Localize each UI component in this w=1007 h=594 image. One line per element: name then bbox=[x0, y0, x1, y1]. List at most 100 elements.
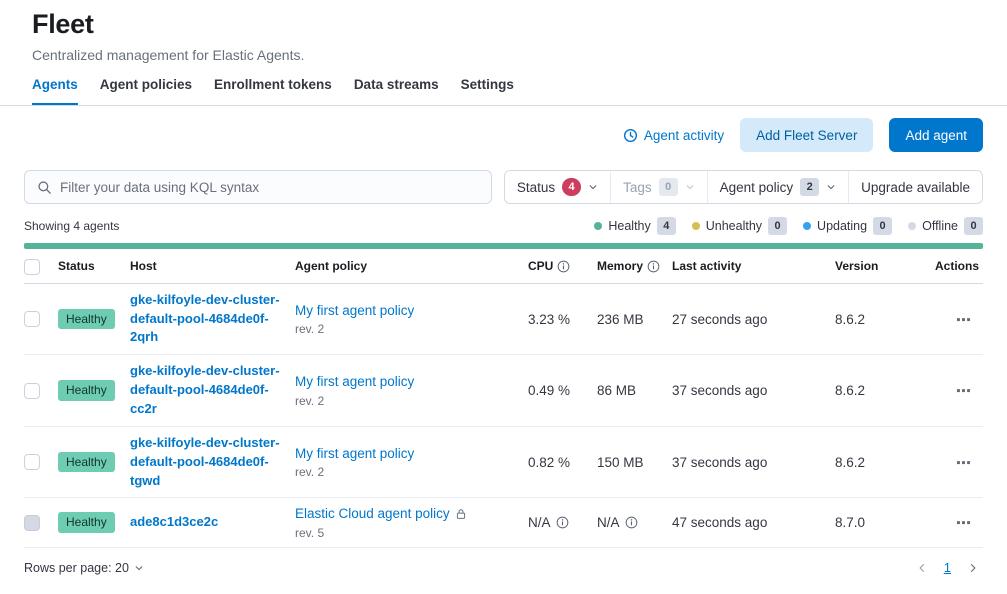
agent-activity-button[interactable]: Agent activity bbox=[623, 128, 724, 143]
row-actions-button[interactable] bbox=[954, 513, 973, 532]
legend-updating: Updating 0 bbox=[803, 217, 892, 235]
table-footer: Rows per page: 20 1 bbox=[24, 558, 983, 578]
filter-tags[interactable]: Tags 0 bbox=[610, 171, 707, 203]
policy-revision: rev. 2 bbox=[295, 465, 516, 479]
info-icon[interactable] bbox=[625, 516, 638, 529]
policy-revision: rev. 2 bbox=[295, 394, 516, 408]
toolbar: Agent activity Add Fleet Server Add agen… bbox=[24, 118, 983, 152]
legend-healthy-count: 4 bbox=[657, 217, 676, 235]
agent-activity-label: Agent activity bbox=[644, 128, 724, 143]
info-icon[interactable] bbox=[556, 516, 569, 529]
col-agent-policy: Agent policy bbox=[295, 259, 528, 273]
agent-policy-link[interactable]: My first agent policy bbox=[295, 446, 414, 461]
filter-status[interactable]: Status 4 bbox=[505, 171, 610, 203]
row-actions-button[interactable] bbox=[954, 453, 973, 472]
info-icon[interactable] bbox=[557, 260, 570, 273]
legend-offline-label: Offline bbox=[922, 219, 958, 233]
agent-policy-link[interactable]: My first agent policy bbox=[295, 303, 414, 318]
summary-row: Showing 4 agents Healthy 4 Unhealthy 0 U… bbox=[24, 217, 983, 235]
status-badge: Healthy bbox=[58, 452, 115, 473]
memory-value: 236 MB bbox=[597, 312, 672, 327]
agent-policy-link[interactable]: My first agent policy bbox=[295, 374, 414, 389]
cpu-value: 3.23 % bbox=[528, 312, 597, 327]
version-value: 8.6.2 bbox=[835, 455, 935, 470]
row-checkbox[interactable] bbox=[24, 454, 40, 470]
col-actions: Actions bbox=[935, 259, 991, 273]
last-activity-value: 37 seconds ago bbox=[672, 383, 835, 398]
version-value: 8.6.2 bbox=[835, 383, 935, 398]
last-activity-value: 37 seconds ago bbox=[672, 455, 835, 470]
agent-policy-link[interactable]: Elastic Cloud agent policy bbox=[295, 505, 450, 523]
unhealthy-dot-icon bbox=[692, 222, 700, 230]
filter-tags-label: Tags bbox=[623, 180, 652, 195]
tab-agents[interactable]: Agents bbox=[32, 77, 78, 106]
search-input[interactable] bbox=[60, 180, 479, 195]
memory-value: 150 MB bbox=[597, 455, 672, 470]
rows-per-page-label: Rows per page: 20 bbox=[24, 561, 129, 575]
filter-group: Status 4 Tags 0 Agent policy 2 bbox=[504, 170, 983, 204]
clock-icon bbox=[623, 128, 638, 143]
policy-revision: rev. 2 bbox=[295, 322, 516, 336]
page-subtitle: Centralized management for Elastic Agent… bbox=[32, 46, 975, 64]
row-checkbox[interactable] bbox=[24, 383, 40, 399]
row-checkbox[interactable] bbox=[24, 311, 40, 327]
col-last-activity: Last activity bbox=[672, 259, 835, 273]
showing-agents-text: Showing 4 agents bbox=[24, 219, 119, 233]
legend-unhealthy-count: 0 bbox=[768, 217, 787, 235]
search-row: Status 4 Tags 0 Agent policy 2 bbox=[24, 170, 983, 204]
filter-status-count-badge: 4 bbox=[562, 178, 581, 196]
host-link[interactable]: gke-kilfoyle-dev-cluster-default-pool-46… bbox=[130, 434, 283, 491]
legend-unhealthy: Unhealthy 0 bbox=[692, 217, 787, 235]
info-icon[interactable] bbox=[647, 260, 660, 273]
host-link[interactable]: gke-kilfoyle-dev-cluster-default-pool-46… bbox=[130, 362, 283, 419]
legend-healthy-label: Healthy bbox=[608, 219, 650, 233]
lock-icon bbox=[455, 508, 467, 520]
chevron-down-icon bbox=[588, 182, 598, 192]
offline-dot-icon bbox=[908, 222, 916, 230]
healthy-dot-icon bbox=[594, 222, 602, 230]
filter-agent-policy-count-badge: 2 bbox=[800, 178, 819, 196]
tab-enrollment-tokens[interactable]: Enrollment tokens bbox=[214, 77, 332, 106]
page-number-1[interactable]: 1 bbox=[938, 558, 957, 577]
host-link[interactable]: gke-kilfoyle-dev-cluster-default-pool-46… bbox=[130, 291, 283, 348]
updating-dot-icon bbox=[803, 222, 811, 230]
col-host: Host bbox=[130, 259, 295, 273]
status-badge: Healthy bbox=[58, 380, 115, 401]
filter-agent-policy[interactable]: Agent policy 2 bbox=[707, 171, 849, 203]
agents-content: Agent activity Add Fleet Server Add agen… bbox=[0, 118, 1007, 577]
status-legend: Healthy 4 Unhealthy 0 Updating 0 Offline… bbox=[594, 217, 983, 235]
filter-tags-count-badge: 0 bbox=[659, 178, 678, 196]
row-actions-button[interactable] bbox=[954, 381, 973, 400]
policy-revision: rev. 5 bbox=[295, 526, 516, 540]
kql-search-box[interactable] bbox=[24, 170, 492, 204]
row-actions-button[interactable] bbox=[954, 310, 973, 329]
row-checkbox-disabled bbox=[24, 515, 40, 531]
page-header: Fleet Centralized management for Elastic… bbox=[0, 0, 1007, 65]
status-badge: Healthy bbox=[58, 512, 115, 533]
add-agent-button[interactable]: Add agent bbox=[889, 118, 983, 152]
memory-value: 86 MB bbox=[597, 383, 672, 398]
table-header: Status Host Agent policy CPU Memory Last… bbox=[24, 249, 983, 283]
prev-page-button[interactable] bbox=[912, 558, 932, 578]
tab-data-streams[interactable]: Data streams bbox=[354, 77, 439, 106]
legend-offline-count: 0 bbox=[964, 217, 983, 235]
col-version: Version bbox=[835, 259, 935, 273]
pagination: 1 bbox=[912, 558, 983, 578]
rows-per-page-button[interactable]: Rows per page: 20 bbox=[24, 561, 144, 575]
next-page-button[interactable] bbox=[963, 558, 983, 578]
chevron-down-icon bbox=[826, 182, 836, 192]
table-row: Healthy ade8c1d3ce2c Elastic Cloud agent… bbox=[24, 498, 983, 547]
cpu-value: 0.49 % bbox=[528, 383, 597, 398]
tab-settings[interactable]: Settings bbox=[461, 77, 514, 106]
host-link[interactable]: ade8c1d3ce2c bbox=[130, 513, 218, 532]
fleet-app: Fleet Centralized management for Elastic… bbox=[0, 0, 1007, 578]
tab-agent-policies[interactable]: Agent policies bbox=[100, 77, 192, 106]
col-memory: Memory bbox=[597, 259, 672, 273]
select-all-checkbox[interactable] bbox=[24, 259, 40, 275]
tab-bar: Agents Agent policies Enrollment tokens … bbox=[0, 65, 1007, 107]
table-row: Healthy gke-kilfoyle-dev-cluster-default… bbox=[24, 284, 983, 356]
add-fleet-server-button[interactable]: Add Fleet Server bbox=[740, 118, 873, 152]
search-icon bbox=[37, 180, 52, 195]
table-row: Healthy gke-kilfoyle-dev-cluster-default… bbox=[24, 355, 983, 427]
filter-upgrade-available[interactable]: Upgrade available bbox=[848, 171, 982, 203]
